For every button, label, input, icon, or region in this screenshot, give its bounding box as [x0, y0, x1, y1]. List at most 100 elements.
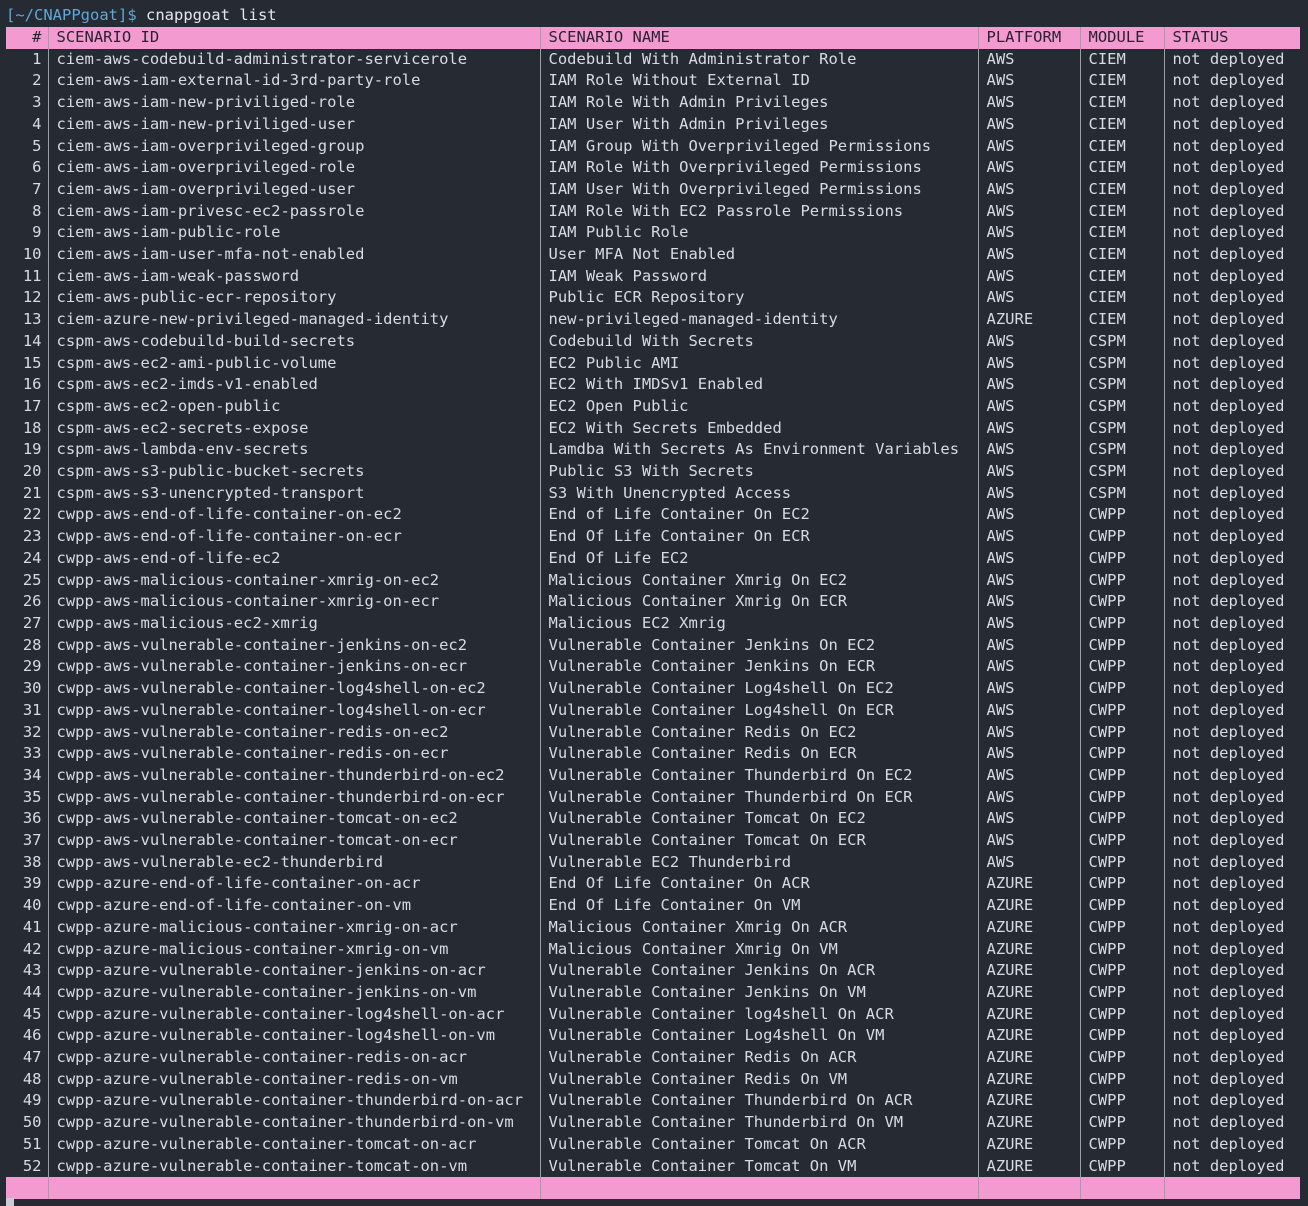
status: not deployed [1163, 830, 1300, 852]
module: CWPP [1079, 699, 1164, 722]
module: CIEM [1079, 48, 1164, 71]
table-row: 4 ciem-aws-iam-new-priviliged-user IAM Use… [6, 113, 1300, 136]
table-row: 36 cwpp-aws-vulnerable-container-tomcat-o… [6, 808, 1300, 831]
scenario-id: cwpp-azure-vulnerable-container-tomcat-o… [47, 1155, 540, 1178]
table-row: 41 cwpp-azure-malicious-container-xmrig-o… [6, 916, 1300, 939]
status: not deployed [1163, 612, 1300, 635]
status: not deployed [1163, 916, 1300, 939]
status: not deployed [1163, 1003, 1300, 1026]
status: not deployed [1163, 461, 1300, 483]
scenario-id: ciem-aws-iam-overprivileged-user [47, 178, 540, 201]
module: CIEM [1079, 92, 1164, 114]
platform: AZURE [977, 981, 1080, 1004]
scenario-id: cwpp-azure-end-of-life-container-on-acr [47, 873, 540, 896]
status: not deployed [1163, 1068, 1300, 1091]
scenario-id: cwpp-aws-end-of-life-container-on-ec2 [47, 504, 540, 527]
row-index: 45 [22, 1004, 42, 1023]
table-row: 8 ciem-aws-iam-privesc-ec2-passrole IAM Ro… [6, 200, 1300, 223]
scenario-id: ciem-aws-iam-user-mfa-not-enabled [47, 244, 540, 266]
table-row: 31 cwpp-aws-vulnerable-container-log4shel… [6, 699, 1300, 722]
platform: AWS [977, 287, 1080, 310]
scenario-name: Vulnerable Container Thunderbird On EC2 [539, 764, 978, 787]
scenario-id: cwpp-aws-vulnerable-container-tomcat-on-… [47, 830, 540, 852]
table-row: 27 cwpp-aws-malicious-ec2-xmrig Malicious … [6, 612, 1300, 635]
scenario-id: cwpp-aws-vulnerable-container-redis-on-e… [47, 721, 540, 744]
row-index: 48 [22, 1069, 42, 1088]
table-row: 50 cwpp-azure-vulnerable-container-thunde… [6, 1112, 1300, 1134]
scenario-id: cwpp-azure-vulnerable-container-redis-on… [47, 1047, 540, 1069]
table-row: 48 cwpp-azure-vulnerable-container-redis-… [6, 1068, 1300, 1091]
module: CWPP [1079, 938, 1164, 961]
scenario-name: End Of Life EC2 [539, 547, 978, 570]
module: CWPP [1079, 547, 1164, 570]
row-index: 16 [22, 375, 42, 394]
module: CWPP [1079, 764, 1164, 787]
scenario-name: Vulnerable Container Tomcat On ECR [539, 830, 978, 852]
platform: AWS [977, 461, 1080, 483]
scenario-name: Malicious Container Xmrig On EC2 [539, 569, 978, 592]
scenario-name: IAM Weak Password [539, 265, 978, 288]
module: CWPP [1079, 786, 1164, 809]
row-index: 6 [32, 158, 42, 177]
scenario-name: Vulnerable Container Log4shell On EC2 [539, 678, 978, 700]
table-row: 24 cwpp-aws-end-of-life-ec2 End Of Life EC… [6, 547, 1300, 570]
table-row: 38 cwpp-aws-vulnerable-ec2-thunderbird Vul… [6, 851, 1300, 874]
scenario-name: Vulnerable Container Jenkins On EC2 [539, 634, 978, 657]
row-index: 37 [22, 831, 42, 850]
module: CIEM [1079, 287, 1164, 310]
platform: AWS [977, 417, 1080, 440]
scenario-name: Vulnerable Container log4shell On ACR [539, 1003, 978, 1026]
row-index: 46 [22, 1026, 42, 1045]
table-row: 47 cwpp-azure-vulnerable-container-redis-… [6, 1047, 1300, 1069]
row-index: 9 [32, 223, 42, 242]
row-index: 31 [22, 700, 42, 719]
table-row: 51 cwpp-azure-vulnerable-container-tomcat… [6, 1133, 1300, 1156]
row-index: 49 [22, 1091, 42, 1110]
module: CWPP [1079, 960, 1164, 982]
table-row: 12 ciem-aws-public-ecr-repository Public E… [6, 287, 1300, 310]
platform: AWS [977, 743, 1080, 765]
scenario-id: ciem-aws-iam-new-priviliged-user [47, 113, 540, 136]
scenario-id: cwpp-aws-vulnerable-container-jenkins-on… [47, 634, 540, 657]
scenario-id: cwpp-azure-vulnerable-container-jenkins-… [47, 981, 540, 1004]
platform: AZURE [977, 1003, 1080, 1026]
status: not deployed [1163, 591, 1300, 613]
status: not deployed [1163, 200, 1300, 223]
table-row: 19 cspm-aws-lambda-env-secrets Lamdba With… [6, 439, 1300, 462]
table-row: 39 cwpp-azure-end-of-life-container-on-ac… [6, 873, 1300, 896]
row-index: 5 [32, 136, 42, 155]
scenario-name: Codebuild With Secrets [539, 330, 978, 353]
row-index: 25 [22, 570, 42, 589]
scenario-id: cwpp-aws-vulnerable-container-redis-on-e… [47, 743, 540, 765]
status: not deployed [1163, 656, 1300, 679]
table-row: 3 ciem-aws-iam-new-priviliged-role IAM Rol… [6, 92, 1300, 114]
module: CIEM [1079, 135, 1164, 158]
scenario-id: ciem-azure-new-privileged-managed-identi… [47, 309, 540, 331]
scenario-id: cspm-aws-lambda-env-secrets [47, 439, 540, 462]
module: CSPM [1079, 374, 1164, 396]
platform: AWS [977, 70, 1080, 93]
status: not deployed [1163, 135, 1300, 158]
scenario-name: Malicious Container Xmrig On VM [539, 938, 978, 961]
platform: AWS [977, 48, 1080, 71]
scenario-id: cwpp-azure-vulnerable-container-thunderb… [47, 1090, 540, 1113]
platform: AWS [977, 265, 1080, 288]
status: not deployed [1163, 526, 1300, 548]
row-index: 15 [22, 353, 42, 372]
scenario-id: cwpp-azure-end-of-life-container-on-vm [47, 895, 540, 917]
status: not deployed [1163, 1112, 1300, 1134]
module: CWPP [1079, 808, 1164, 831]
platform: AWS [977, 808, 1080, 831]
table-footer-row [6, 1177, 1300, 1199]
scenario-id: cspm-aws-codebuild-build-secrets [47, 330, 540, 353]
header-scenario-id: SCENARIO ID [47, 27, 540, 49]
module: CSPM [1079, 330, 1164, 353]
row-index: 29 [22, 657, 42, 676]
table-row: 46 cwpp-azure-vulnerable-container-log4sh… [6, 1025, 1300, 1048]
module: CWPP [1079, 678, 1164, 700]
table-row: 14 cspm-aws-codebuild-build-secrets Codebu… [6, 330, 1300, 353]
scenario-id: cspm-aws-s3-unencrypted-transport [47, 482, 540, 505]
status: not deployed [1163, 569, 1300, 592]
row-index: 24 [22, 548, 42, 567]
scenario-id: cwpp-azure-malicious-container-xmrig-on-… [47, 938, 540, 961]
